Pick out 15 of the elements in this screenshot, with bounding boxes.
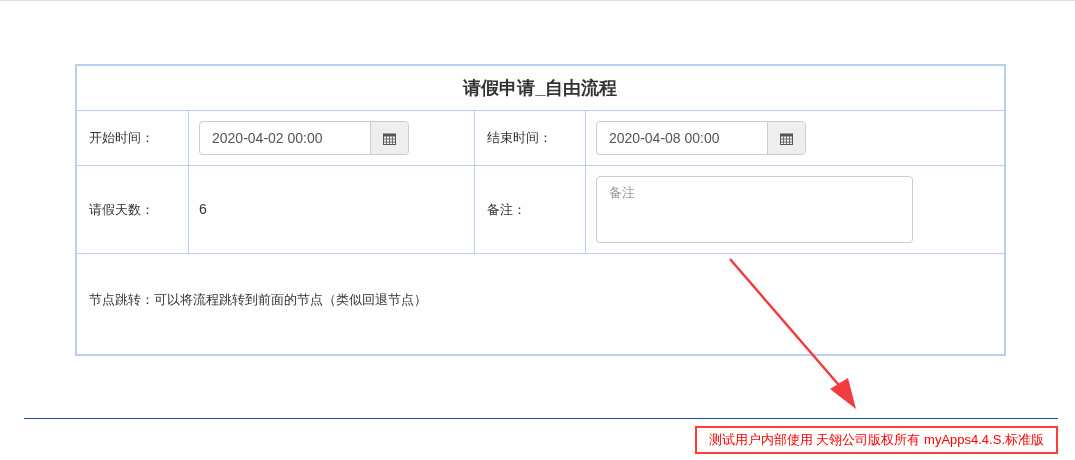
- field-label: 请假天数：: [89, 200, 154, 219]
- form-title: 请假申请_自由流程: [463, 76, 618, 100]
- calendar-icon: [780, 131, 793, 145]
- date-field[interactable]: 2020-04-08 00:00: [596, 121, 806, 155]
- calendar-icon: [383, 131, 396, 145]
- remark-field[interactable]: 备注: [596, 176, 913, 243]
- copyright-text: 测试用户内部使用 天翎公司版权所有 myApps4.4.S.标准版: [694, 426, 1058, 454]
- field-label: 备注：: [487, 200, 526, 219]
- days-value: 6: [199, 200, 207, 219]
- date-field[interactable]: 2020-04-02 00:00: [199, 121, 409, 155]
- field-label: 开始时间：: [89, 129, 154, 148]
- date-value: 2020-04-08 00:00: [608, 128, 721, 148]
- field-label: 结束时间：: [487, 129, 552, 148]
- note-text: 节点跳转：可以将流程跳转到前面的节点（类似回退节点）: [89, 292, 427, 307]
- date-value: 2020-04-02 00:00: [211, 128, 324, 148]
